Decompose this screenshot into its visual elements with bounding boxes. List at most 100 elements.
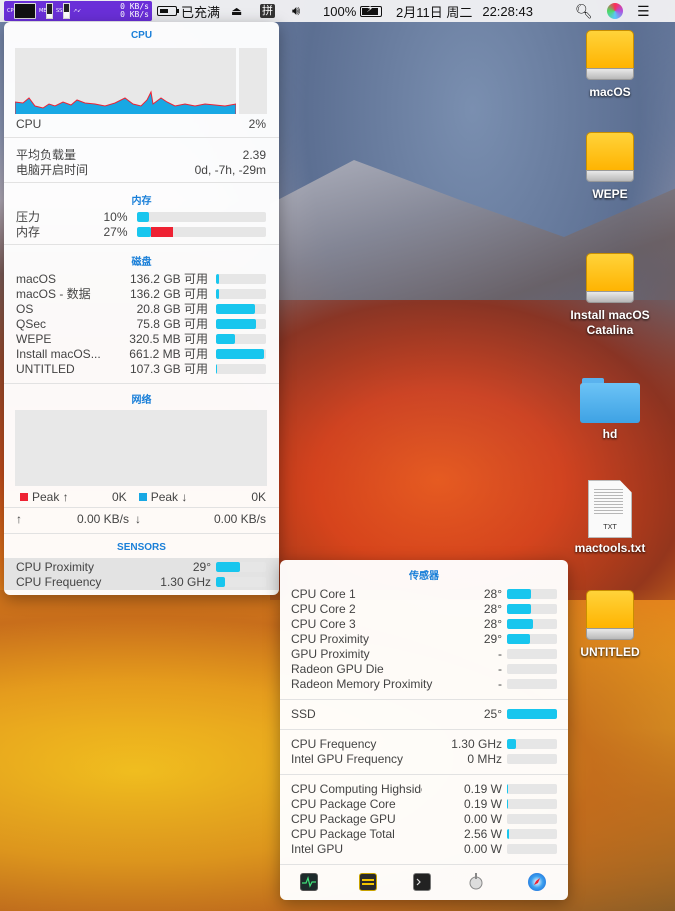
terminal-icon[interactable] (413, 873, 431, 891)
volume-icon[interactable]: 🔊︎ (292, 0, 300, 22)
cpu-history-graph (15, 48, 236, 114)
mem-mini-bar (46, 3, 53, 19)
disk-usage-meter (216, 318, 266, 329)
disk-section-title: 磁盘 (131, 257, 152, 268)
sensor-value: - (498, 647, 502, 661)
sensor-name: CPU Core 3 (291, 617, 356, 631)
net-down-rate: 0 KB/s (120, 10, 149, 19)
memory-usage-meter (136, 226, 266, 237)
uptime-row: 电脑开启时间 0d, -7h, -29m (16, 161, 266, 178)
peak-up-value: 0K (112, 490, 127, 504)
temperature-row: GPU Proximity - (291, 647, 557, 661)
app-icon[interactable] (467, 872, 485, 890)
sensor-meter-fill (507, 829, 509, 839)
desktop-icon-label: mactools.txt (574, 541, 646, 555)
folder-icon (580, 378, 640, 424)
disk-usage-meter (216, 333, 266, 344)
sensor-name: CPU Core 1 (291, 587, 356, 601)
sensor-row: CPU Frequency 1.30 GHz (16, 575, 266, 589)
desktop-icon[interactable]: hd (555, 378, 665, 442)
temperature-row: CPU Core 3 28° (291, 617, 557, 631)
sensor-meter (507, 739, 557, 749)
power-row: CPU Package GPU 0.00 W (291, 812, 557, 826)
istat-dropdown-panel: CPU CPU 2% 平均负载量 2.39 电脑开启时间 0d, -7h, -2… (4, 22, 279, 595)
sensor-value: 25° (483, 707, 502, 721)
sensor-row-ssd: SSD 25° (291, 707, 557, 721)
cpu-usage-row: CPU 2% (16, 117, 266, 131)
sensor-value: 0.00 W (463, 812, 502, 826)
spotlight-search-icon[interactable]: 🔍︎ (575, 0, 593, 22)
text-document-icon: TXT (588, 480, 632, 538)
disk-usage-meter (216, 363, 266, 374)
uptime-label: 电脑开启时间 (16, 163, 89, 177)
sensor-meter (507, 709, 557, 719)
temperature-row: CPU Core 1 28° (291, 587, 557, 601)
siri-icon (607, 3, 623, 19)
battery-status-item[interactable]: 已充满 (157, 0, 220, 22)
sensor-meter (216, 577, 266, 587)
sensor-name: CPU Proximity (291, 632, 370, 646)
siri-menu[interactable] (607, 0, 623, 22)
notification-center-icon[interactable]: ☰ (637, 0, 650, 22)
cpu-mini-chart (14, 3, 36, 19)
sensor-meter-fill (507, 634, 530, 644)
sensor-meter-fill (507, 784, 508, 794)
sensor-meter (507, 649, 557, 659)
battery-menu[interactable]: 100% (323, 0, 383, 22)
external-drive-icon (584, 132, 636, 184)
disk-usage-fill (216, 363, 217, 374)
battery-status-text: 已充满 (181, 4, 221, 20)
sensor-name: SSD (291, 707, 316, 721)
sensor-name: Radeon GPU Die (291, 662, 384, 676)
temperature-row: CPU Core 2 28° (291, 602, 557, 616)
desktop-icon-label: Install macOS Catalina (570, 308, 650, 337)
istat-icon[interactable] (359, 873, 377, 891)
disk-usage-fill (216, 273, 219, 284)
sensor-name: Intel GPU Frequency (291, 752, 404, 766)
clock-menu[interactable]: 2月11日 周二 22:28:43 (396, 0, 533, 22)
power-row: CPU Package Core 0.19 W (291, 797, 557, 811)
sensor-meter-fill (507, 619, 533, 629)
sensor-meter-fill (507, 604, 531, 614)
sensor-meter (507, 679, 557, 689)
frequency-row: Intel GPU Frequency 0 MHz (291, 752, 557, 766)
disk-free: 107.3 GB 可用 (129, 362, 208, 376)
disk-name: WEPE (16, 331, 52, 346)
sensors-list: CPU Proximity 29° CPU Frequency 1.30 GHz (4, 558, 279, 590)
cpu-history-chart (15, 90, 236, 114)
sensor-name: CPU Package Total (291, 827, 395, 841)
peak-down-label: Peak ↓ (150, 490, 188, 504)
peak-up-label: Peak ↑ (32, 490, 69, 504)
ssd-mini-bar (63, 3, 70, 19)
sensor-value: 2.56 W (463, 827, 502, 841)
desktop-icon[interactable]: Install macOS Catalina (555, 253, 665, 338)
istat-menubar-widget[interactable]: CPU MEM SSD ↗↙ 0 KB/s 0 KB/s (4, 1, 152, 21)
sensor-value: 28° (483, 602, 502, 616)
input-method-menu[interactable]: 拼 (260, 0, 275, 22)
memory-usage-row: 内存 27% (16, 223, 266, 240)
desktop-icon[interactable]: macOS (555, 30, 665, 100)
sensor-name: CPU Computing Highside (291, 782, 422, 796)
sensor-name: Intel GPU (291, 842, 344, 856)
safari-icon[interactable] (528, 873, 546, 891)
sensor-meter (507, 754, 557, 764)
eject-icon[interactable]: ⏏ (231, 0, 242, 22)
activity-monitor-icon[interactable] (300, 873, 318, 891)
sensor-meter (507, 784, 557, 794)
desktop-icon[interactable]: UNTITLED (555, 590, 665, 660)
battery-icon (157, 6, 179, 16)
clock-time: 22:28:43 (482, 3, 533, 19)
sensors-section-title: SENSORS (117, 542, 166, 553)
disk-usage-fill (216, 348, 264, 359)
pinyin-icon: 拼 (260, 4, 275, 18)
sensor-name: CPU Proximity (16, 560, 95, 574)
desktop-icon[interactable]: WEPE (555, 132, 665, 202)
sensor-value: 29° (483, 632, 502, 646)
desktop-icon-label: WEPE (592, 187, 628, 201)
upload-rate: 0.00 KB/s (76, 512, 129, 526)
desktop-icon[interactable]: TXT mactools.txt (555, 480, 665, 556)
power-row: CPU Computing Highside 0.19 W (291, 782, 557, 796)
sensor-value: 1.30 GHz (160, 575, 211, 589)
desktop-icon-label: macOS (589, 85, 631, 99)
sensor-meter-fill (507, 799, 508, 809)
